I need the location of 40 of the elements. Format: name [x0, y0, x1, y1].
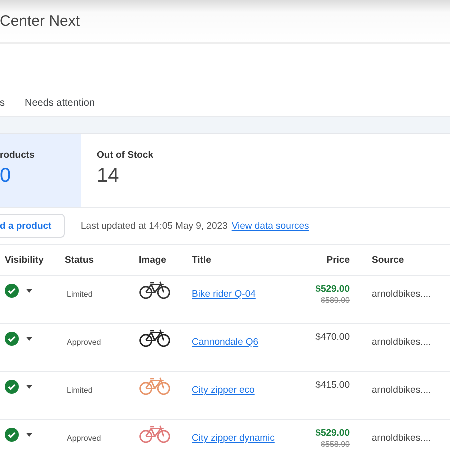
source-text: arnoldbikes.... — [372, 385, 432, 396]
view-data-sources-link[interactable]: View data sources — [232, 220, 310, 232]
status-label: Limited — [66, 290, 93, 299]
product-title-link[interactable]: City zipper eco — [192, 385, 255, 396]
status-label: Limited — [66, 386, 93, 395]
card-label: roducts — [0, 150, 36, 161]
column-header: Source — [372, 254, 404, 266]
tab[interactable]: s — [0, 92, 5, 116]
status-label: Approved — [66, 434, 102, 443]
source-text: arnoldbikes.... — [372, 337, 432, 348]
last-updated-text: Last updated at 14:05 May 9, 2023 — [81, 220, 228, 232]
original-price-text: $558.90 — [321, 440, 350, 449]
column-header: Image — [139, 254, 168, 266]
product-title-link[interactable]: Cannondale Q6 — [192, 337, 259, 348]
column-header: Title — [192, 254, 212, 266]
price-text: $415.00 — [316, 380, 350, 391]
caret-icon[interactable] — [26, 289, 33, 293]
card-value: 14 — [97, 165, 120, 188]
column-header: Price — [326, 254, 350, 266]
summary-card[interactable]: roducts 0 — [0, 134, 81, 207]
caret-icon[interactable] — [26, 385, 33, 389]
product-title-link[interactable]: Bike rider Q-04 — [192, 289, 256, 300]
source-text: arnoldbikes.... — [372, 289, 432, 300]
card-value: 0 — [0, 165, 12, 188]
card-label: Out of Stock — [97, 150, 154, 161]
status-label: Approved — [66, 338, 102, 347]
source-text: arnoldbikes.... — [372, 433, 432, 444]
original-price-text: $589.00 — [321, 296, 350, 305]
caret-icon[interactable] — [26, 337, 33, 341]
tab[interactable]: Needs attention — [25, 92, 96, 116]
add-product-button[interactable]: d a product — [0, 214, 65, 238]
summary-card[interactable]: Out of Stock 14 — [81, 134, 223, 207]
price-text: $470.00 — [316, 332, 350, 343]
column-header: Visibility — [4, 254, 45, 266]
price-text: $529.00 — [316, 284, 350, 295]
app-title: Center Next — [0, 12, 80, 30]
column-header: Status — [65, 254, 96, 266]
product-title-link[interactable]: City zipper dynamic — [192, 433, 275, 444]
price-text: $529.00 — [316, 428, 350, 439]
caret-icon[interactable] — [26, 433, 33, 437]
